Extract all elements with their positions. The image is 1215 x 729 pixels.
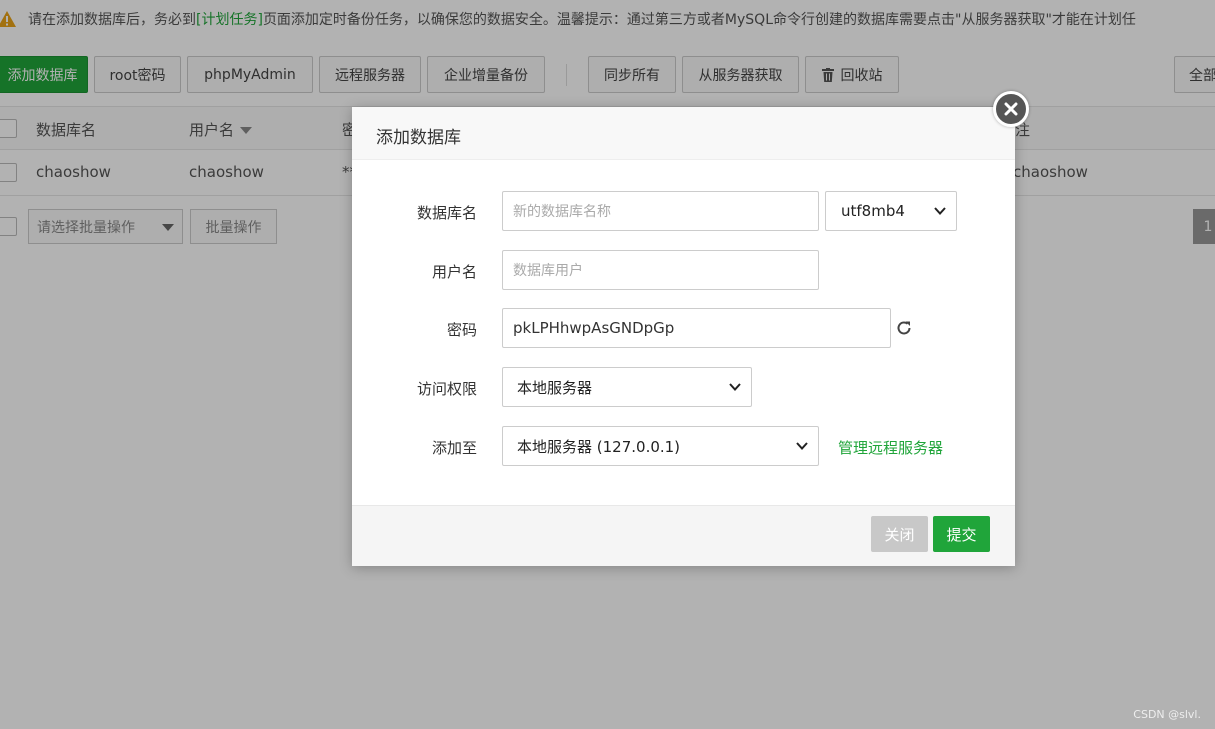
- password-label: 密码: [446, 321, 477, 339]
- username-label: 用户名: [431, 263, 477, 281]
- close-icon: [1004, 102, 1018, 116]
- manage-remote-servers-link[interactable]: 管理远程服务器: [838, 437, 943, 458]
- dialog-title: 添加数据库: [376, 128, 461, 148]
- watermark: CSDN @slvl.: [1133, 708, 1201, 721]
- password-input[interactable]: pkLPHhwpAsGNDpGp: [502, 308, 891, 348]
- charset-value: utf8mb4: [841, 202, 905, 220]
- username-input[interactable]: 数据库用户: [502, 250, 819, 290]
- charset-select[interactable]: utf8mb4: [825, 191, 957, 231]
- add-database-dialog: 添加数据库 数据库名 新的数据库名称 utf8mb4 用户名 数据库用户 密码 …: [352, 107, 1015, 566]
- access-label: 访问权限: [416, 380, 477, 398]
- refresh-password-icon[interactable]: [895, 319, 913, 337]
- chevron-down-icon: [934, 207, 946, 215]
- access-select[interactable]: 本地服务器: [502, 367, 752, 407]
- add-to-value: 本地服务器 (127.0.0.1): [517, 437, 681, 456]
- add-to-select[interactable]: 本地服务器 (127.0.0.1): [502, 426, 819, 466]
- db-name-input[interactable]: 新的数据库名称: [502, 191, 819, 231]
- db-name-label: 数据库名: [416, 204, 477, 222]
- submit-button[interactable]: 提交: [933, 516, 990, 552]
- close-button[interactable]: 关闭: [871, 516, 928, 552]
- dialog-footer: 关闭 提交: [352, 505, 1015, 566]
- chevron-down-icon: [796, 442, 808, 450]
- dialog-close-button[interactable]: [993, 91, 1029, 127]
- dialog-header: 添加数据库: [352, 107, 1015, 160]
- chevron-down-icon: [729, 383, 741, 391]
- access-value: 本地服务器: [517, 378, 593, 397]
- add-to-label: 添加至: [431, 439, 477, 457]
